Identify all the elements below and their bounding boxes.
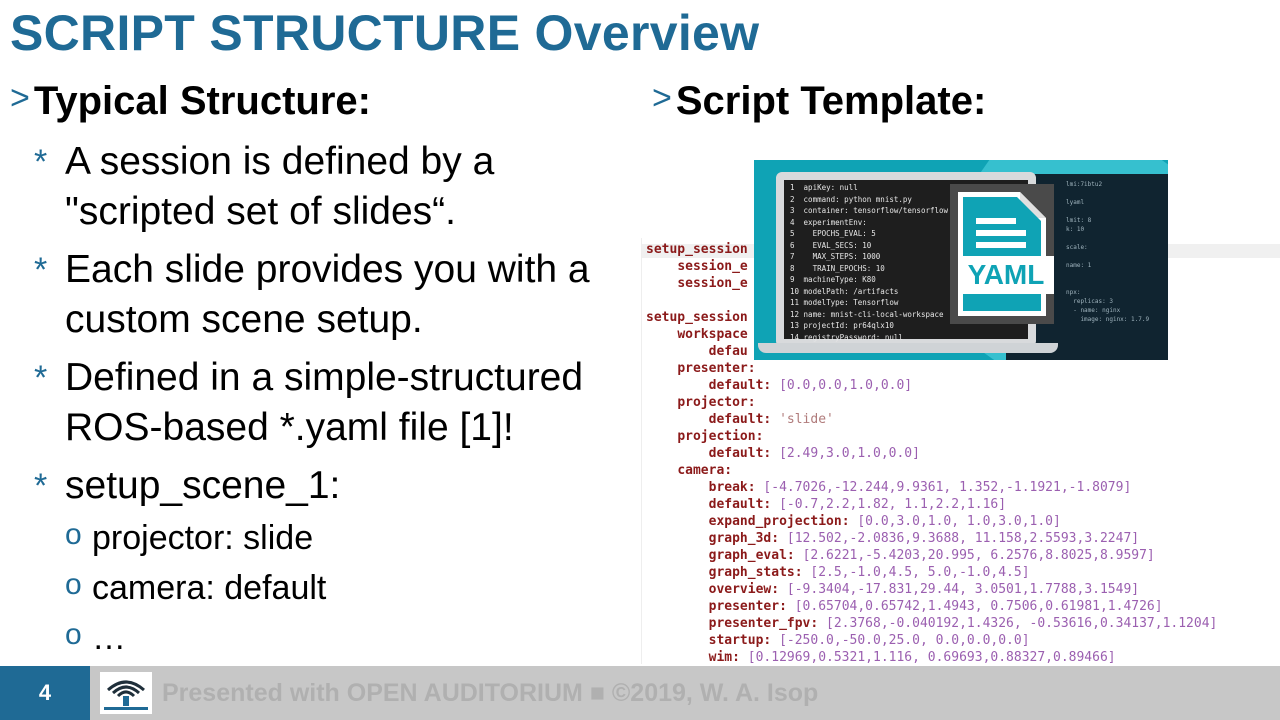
yaml-key: default [708,412,764,427]
yaml-key: presenter [677,361,748,376]
code-line: presenter: [0.65704,0.65742,1.4943, 0.75… [708,599,1163,614]
yaml-value: [0.0,3.0,1.0, 1.0,3.0,1.0] [857,514,1061,529]
code-line: expand_projection: [0.0,3.0,1.0, 1.0,3.0… [708,514,1061,529]
circle-bullet-icon: o [65,568,82,601]
circle-bullet-icon: o [65,518,82,551]
star-bullet-icon: * [34,359,48,397]
sub-bullet-text: projector: slide [92,519,314,557]
yaml-key: projector [677,395,748,410]
yaml-value: [-250.0,-50.0,25.0, 0.0,0.0,0.0] [779,633,1030,648]
yaml-key: overview [708,582,772,597]
sub-bullet-item: o… [65,613,644,663]
star-bullet-icon: * [34,467,48,505]
star-bullet-icon: * [34,143,48,181]
yaml-value: [0.12969,0.5321,1.116, 0.69693,0.88327,0… [747,650,1116,664]
yaml-value: [2.6221,-5.4203,20.995, 6.2576,8.8025,8.… [802,548,1155,563]
yaml-key: expand_projection [708,514,842,529]
yaml-value: [2.5,-1.0,4.5, 5.0,-1.0,4.5] [810,565,1030,580]
yaml-value: [-4.7026,-12.244,9.9361, 1.352,-1.1921,-… [763,480,1132,495]
open-auditorium-logo [100,672,152,714]
code-line: break: [-4.7026,-12.244,9.9361, 1.352,-1… [708,480,1132,495]
structure-bullet-list: * A session is defined by a "scripted set… [34,137,644,671]
code-line: graph_stats: [2.5,-1.0,4.5, 5.0,-1.0,4.5… [708,565,1030,580]
script-template-heading: Script Template: [675,79,987,123]
code-line: default: [0.0,0.0,1.0,0.0] [708,378,913,393]
code-line: presenter_fpv: [2.3768,-0.040192,1.4326,… [708,616,1218,631]
star-bullet-icon: * [34,251,48,289]
yaml-key: presenter [708,599,780,614]
yaml-key: graph_stats [708,565,795,580]
bullet-text: A session is defined by a "scripted set … [65,140,495,233]
yaml-value: [-0.7,2.2,1.82, 1.1,2.2,1.16] [779,497,1007,512]
code-line: default: [2.49,3.0,1.0,0.0] [708,446,920,461]
yaml-file-icon: YAML [950,184,1054,324]
yaml-value: [2.3768,-0.040192,1.4326, -0.53616,0.341… [826,616,1218,631]
yaml-value: [0.0,0.0,1.0,0.0] [779,378,913,393]
yaml-key: session_e [677,259,748,274]
slide-title: SCRIPT STRUCTURE Overview [10,5,760,61]
yaml-key: projection [677,429,756,444]
code-line: wim: [0.12969,0.5321,1.116, 0.69693,0.88… [708,650,1116,664]
arrow-bullet-icon: > [652,79,672,117]
yaml-value: [0.65704,0.65742,1.4943, 0.7506,0.61981,… [794,599,1163,614]
code-line: presenter: [677,361,756,376]
yaml-key: graph_eval [708,548,787,563]
yaml-value: 'slide' [779,412,834,427]
bullet-item: * Each slide provides you with a custom s… [34,245,644,345]
yaml-key: defau [708,344,748,359]
circle-bullet-icon: o [65,618,82,651]
sub-bullet-item: o projector: slide [65,513,644,563]
code-line: startup: [-250.0,-50.0,25.0, 0.0,0.0,0.0… [708,633,1030,648]
bullet-text: Defined in a simple-structured ROS-based… [65,356,584,449]
yaml-key: startup [708,633,764,648]
bullet-item: * A session is defined by a "scripted set… [34,137,644,237]
code-line: projection: [677,429,764,444]
bullet-text: setup_scene_1: [65,464,341,507]
yaml-key: setup_session [646,310,748,325]
bullet-item: * Defined in a simple-structured ROS-base… [34,353,644,453]
yaml-key: break [708,480,748,495]
yaml-key: default [708,497,764,512]
yaml-key: graph_3d [708,531,772,546]
typical-structure-heading: Typical Structure: [33,79,371,123]
page-number: 4 [0,666,90,720]
yaml-key: setup_session [646,242,748,257]
yaml-value: [-9.3404,-17.831,29.44, 3.0501,1.7788,3.… [786,582,1140,597]
yaml-key: camera [677,463,725,478]
laptop-code-text: 1 apiKey: null 2 command: python mnist.p… [790,183,949,342]
left-column-heading: > Typical Structure: [10,78,371,124]
bullet-text: Each slide provides you with a custom sc… [65,248,590,341]
sub-bullet-text: camera: default [92,569,327,607]
yaml-key: default [708,446,764,461]
code-line: projector: [677,395,756,410]
right-column-heading: > Script Template: [652,78,986,124]
yaml-key: workspace [677,327,748,342]
secondary-code-text: lmi:7ibtu2 lyaml lmit: 8 k: 10 scale: na… [1066,181,1150,323]
code-line: overview: [-9.3404,-17.831,29.44, 3.0501… [708,582,1140,597]
footer-bar: 4 Presented with OPEN AUDITORIUM ■ ©2019… [0,666,1280,720]
code-line: graph_eval: [2.6221,-5.4203,20.995, 6.25… [708,548,1155,563]
code-line: default: 'slide' [708,412,834,427]
yaml-key: session_e [677,276,748,291]
footer-credit: Presented with OPEN AUDITORIUM ■ ©2019, … [162,679,819,707]
yaml-icon-label: YAML [968,259,1045,290]
code-line: camera: [677,463,733,478]
yaml-key: presenter_fpv [708,616,811,631]
yaml-key: default [708,378,764,393]
scene-sub-list: o projector: slide o camera: default o… [65,513,644,663]
sub-bullet-item: o camera: default [65,563,644,613]
code-line: default: [-0.7,2.2,1.82, 1.1,2.2,1.16] [708,497,1007,512]
yaml-key: wim [708,650,733,664]
sub-bullet-text: … [92,619,126,657]
yaml-value: [2.49,3.0,1.0,0.0] [779,446,920,461]
bullet-item: * setup_scene_1: o projector: slide o camer… [34,461,644,663]
arrow-bullet-icon: > [10,79,30,117]
laptop-base [758,343,1058,353]
yaml-value: [12.502,-2.0836,9.3688, 11.158,2.5593,3.… [786,531,1140,546]
code-line: graph_3d: [12.502,-2.0836,9.3688, 11.158… [708,531,1140,546]
yaml-banner-image: lmi:7ibtu2 lyaml lmit: 8 k: 10 scale: na… [754,160,1168,360]
